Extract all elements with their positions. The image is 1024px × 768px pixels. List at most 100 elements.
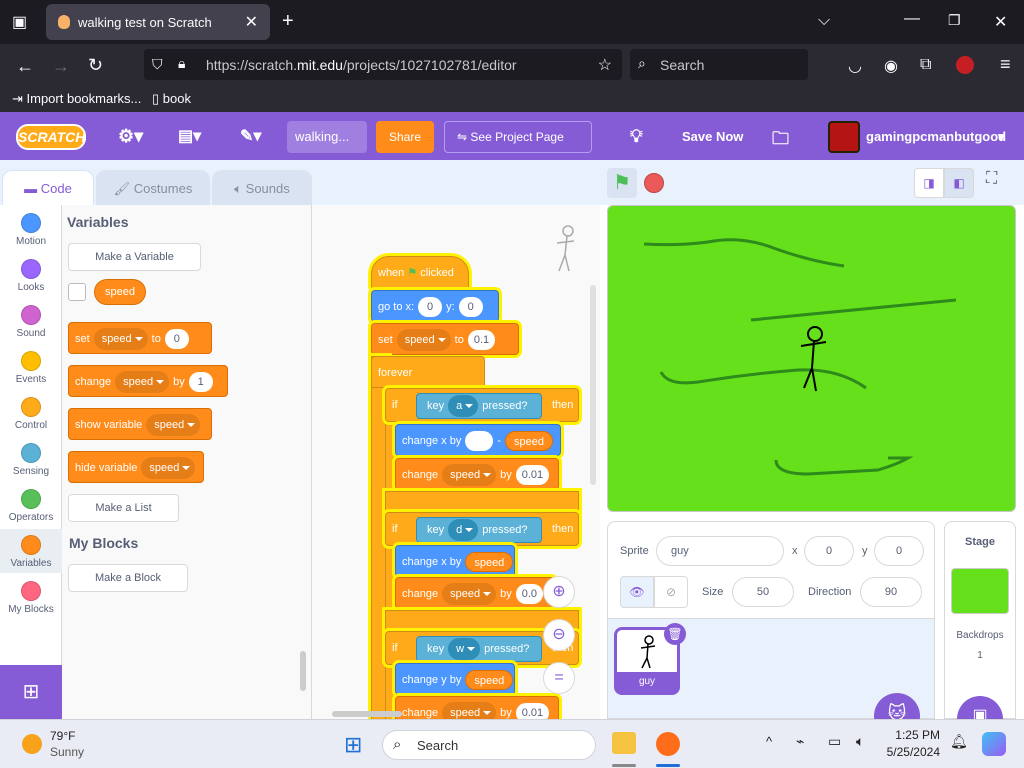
stage-target-panel[interactable]: Stage Backdrops 1 ▣ [944, 521, 1016, 742]
windows-start-icon[interactable]: ⊞ [344, 733, 368, 757]
zoom-reset-button[interactable]: = [543, 662, 575, 694]
category-sound[interactable]: Sound [0, 305, 62, 339]
stop-button[interactable] [644, 173, 664, 193]
forward-icon[interactable]: → [52, 56, 70, 77]
lock-icon[interactable]: 🔒︎ [178, 55, 185, 72]
zoom-out-button[interactable]: ⊖ [543, 619, 575, 651]
bookmark-book[interactable]: ▯ book [152, 91, 191, 107]
volume-icon[interactable]: 🔈︎ [856, 733, 864, 750]
change-y-block[interactable]: change y by speed [395, 663, 515, 695]
weather-desc[interactable]: Sunny [50, 745, 84, 759]
app-menu-icon[interactable]: ≡ [1000, 54, 1011, 75]
close-window-icon[interactable]: ✕ [994, 12, 1007, 32]
script-area[interactable]: when ⚑ clicked go to x: 0 y: 0 set speed to 0.… [312, 205, 600, 719]
new-tab-icon[interactable]: + [282, 10, 294, 33]
speed-variable-reporter[interactable]: speed [94, 279, 146, 305]
script-scrollbar-h[interactable] [332, 711, 402, 717]
list-tabs-chevron-icon[interactable]: ⌵ [818, 12, 830, 30]
see-project-page-button[interactable]: ⇋ See Project Page [444, 121, 592, 153]
extensions-icon[interactable]: ⧉ [920, 56, 931, 74]
category-variables[interactable]: Variables [0, 529, 62, 573]
key-w-pressed-sensor[interactable]: key w pressed? [416, 636, 542, 662]
taskbar-search-box[interactable]: ⌕ Search [382, 730, 596, 760]
change-speed-block-1[interactable]: change speed by 0.01 [395, 458, 559, 490]
clock-time[interactable]: 1:25 PM [886, 728, 940, 742]
tab-overview-icon[interactable]: ▣ [12, 12, 27, 32]
browser-search-box[interactable]: ⌕ Search [630, 49, 808, 80]
reload-icon[interactable]: ↻ [88, 55, 103, 76]
user-avatar[interactable] [828, 121, 860, 153]
firefox-taskbar-icon[interactable] [656, 732, 680, 756]
tab-costumes[interactable]: 🖌︎ Costumes [96, 170, 210, 206]
weather-temp[interactable]: 79°F [50, 729, 75, 743]
change-x-positive-block[interactable]: change x by speed [395, 545, 515, 577]
change-speed-block-2[interactable]: change speed by 0.0 [395, 577, 555, 609]
make-block-button[interactable]: Make a Block [68, 564, 188, 592]
category-operators[interactable]: Operators [0, 489, 62, 523]
change-variable-block[interactable]: change speed by 1 [68, 365, 228, 397]
hide-sprite-eye-icon[interactable]: ⊘ [654, 576, 688, 608]
speed-monitor-checkbox[interactable] [68, 283, 86, 301]
forever-block[interactable]: forever [371, 356, 485, 388]
save-now-button[interactable]: Save Now [682, 129, 743, 144]
stage-canvas[interactable] [607, 205, 1016, 512]
back-icon[interactable]: ← [16, 56, 34, 77]
change-speed-block-3[interactable]: change speed by 0.01 [395, 696, 559, 719]
copilot-icon[interactable] [982, 732, 1006, 756]
add-extension-button[interactable]: ⊞ [0, 665, 62, 719]
ublock-icon[interactable] [956, 56, 974, 74]
fullscreen-icon[interactable]: ⛶ [986, 170, 997, 188]
sprite-y-input[interactable]: 0 [874, 536, 924, 566]
sprite-size-input[interactable]: 50 [732, 577, 794, 607]
normal-stage-button[interactable]: ◧ [944, 168, 974, 198]
change-x-negative-block[interactable]: change x by - speed [395, 424, 561, 456]
category-looks[interactable]: Looks [0, 259, 62, 293]
account-chevron-icon[interactable]: ▾ [998, 129, 1005, 145]
category-events[interactable]: Events [0, 351, 62, 385]
sprite-name-input[interactable]: guy [656, 536, 784, 566]
clock-date[interactable]: 5/25/2024 [876, 745, 940, 759]
bookmark-star-icon[interactable]: ☆ [598, 55, 612, 75]
small-stage-button[interactable]: ◨ [914, 168, 944, 198]
backdrop-thumb[interactable] [951, 568, 1009, 614]
my-stuff-folder-icon[interactable]: 🗀 [772, 126, 789, 155]
set-variable-block[interactable]: set speed to 0 [68, 322, 212, 354]
category-sensing[interactable]: Sensing [0, 443, 62, 477]
palette-scrollbar[interactable] [300, 651, 306, 691]
make-variable-button[interactable]: Make a Variable [68, 243, 201, 271]
restore-icon[interactable]: ❐ [948, 12, 961, 29]
settings-gear-icon[interactable]: ⚙▾ [118, 126, 143, 147]
theme-bulb-icon[interactable]: 💡︎ [630, 126, 643, 147]
edit-menu-icon[interactable]: ✎▾ [240, 126, 261, 146]
when-flag-clicked-block[interactable]: when ⚑ clicked [371, 256, 469, 290]
script-scrollbar-v[interactable] [590, 285, 596, 485]
if-key-d-block[interactable]: if key d pressed? then [385, 512, 579, 546]
tray-chevron-icon[interactable]: ^ [766, 734, 772, 749]
green-flag-button[interactable]: ⚑ [607, 168, 637, 198]
file-explorer-icon[interactable] [612, 732, 636, 754]
if-key-a-block[interactable]: if key a pressed? then [385, 388, 579, 422]
show-variable-block[interactable]: show variable speed [68, 408, 212, 440]
sprite-direction-input[interactable]: 90 [860, 577, 922, 607]
browser-tab[interactable]: walking test on Scratch ✕ [46, 4, 270, 40]
minimize-icon[interactable]: — [904, 10, 920, 28]
project-title-field[interactable]: walking... [287, 121, 367, 153]
account-icon[interactable]: ◉ [884, 56, 898, 76]
show-sprite-eye-icon[interactable]: 👁︎ [620, 576, 654, 608]
pocket-icon[interactable]: ◡ [848, 56, 862, 76]
category-my-blocks[interactable]: My Blocks [0, 581, 62, 615]
sprite-x-input[interactable]: 0 [804, 536, 854, 566]
key-a-pressed-sensor[interactable]: key a pressed? [416, 393, 542, 419]
url-bar[interactable]: ⛉ 🔒︎ https://scratch.mit.edu/projects/10… [144, 49, 622, 80]
close-tab-icon[interactable]: ✕ [245, 12, 258, 32]
category-motion[interactable]: Motion [0, 213, 62, 247]
tab-code[interactable]: ▬ Code [2, 170, 94, 206]
share-button[interactable]: Share [376, 121, 434, 153]
hide-variable-block[interactable]: hide variable speed [68, 451, 204, 483]
delete-sprite-trash-icon[interactable]: 🗑︎ [664, 623, 686, 645]
zoom-in-button[interactable]: ⊕ [543, 576, 575, 608]
shield-icon[interactable]: ⛉ [152, 56, 163, 73]
notifications-bell-icon[interactable]: 🔔︎ [950, 733, 968, 750]
set-speed-block[interactable]: set speed to 0.1 [371, 323, 519, 355]
scratch-logo[interactable]: SCRATCH [16, 124, 86, 150]
